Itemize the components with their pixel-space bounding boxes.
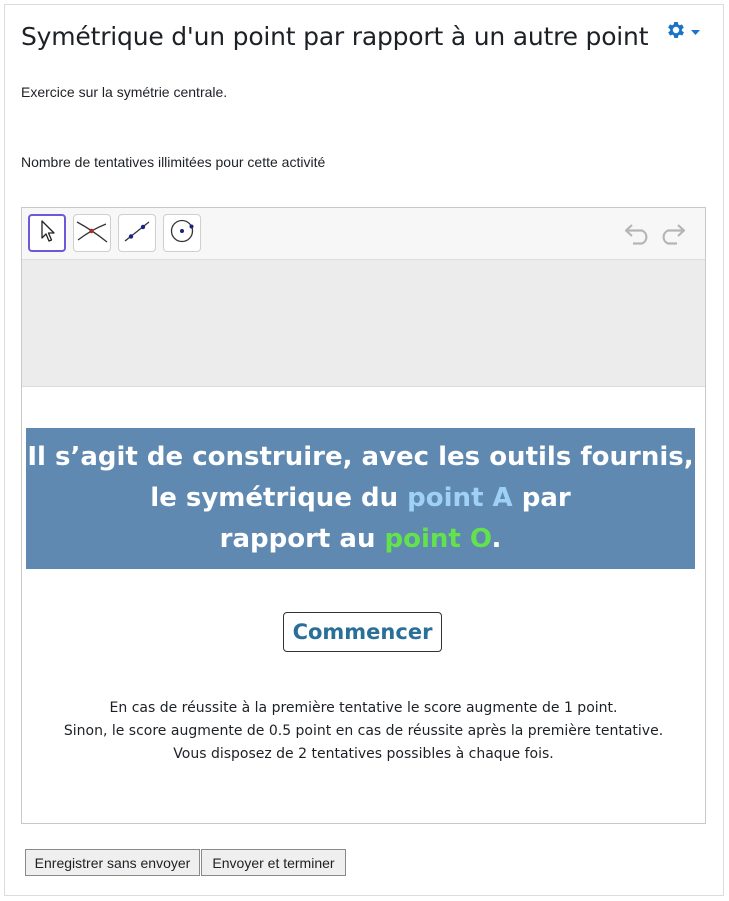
undo-icon: [623, 219, 653, 250]
save-without-submitting-button[interactable]: Enregistrer sans envoyer: [25, 849, 200, 876]
geogebra-applet: Il s’agit de construire, avec les outils…: [21, 207, 706, 824]
redo-button[interactable]: [656, 220, 688, 248]
attempts-info: Nombre de tentatives illimitées pour cet…: [21, 154, 326, 170]
rule-line: Sinon, le score augmente de 0.5 point en…: [63, 723, 664, 739]
circle-center-point-icon: [167, 216, 197, 251]
scoring-rules: En cas de réussite à la première tentati…: [22, 697, 705, 766]
segment-tool-button[interactable]: [118, 214, 156, 252]
circle-tool-button[interactable]: [163, 214, 201, 252]
cursor-arrow-icon: [36, 219, 58, 248]
rule-line: Vous disposez de 2 tentatives possibles …: [173, 746, 554, 762]
undo-button[interactable]: [622, 220, 654, 248]
algebra-graphics-area[interactable]: [22, 260, 705, 387]
banner-line-3: rapport au point O.: [26, 519, 695, 560]
segment-icon: [121, 216, 153, 251]
banner-text: .: [491, 524, 502, 554]
start-button[interactable]: Commencer: [283, 612, 442, 652]
banner-text: le symétrique du: [150, 483, 408, 513]
activity-description: Exercice sur la symétrie centrale.: [21, 84, 228, 100]
point-o-label: point O: [384, 524, 492, 554]
page-title: Symétrique d'un point par rapport à un a…: [21, 22, 649, 51]
intersect-tool-button[interactable]: [73, 214, 111, 252]
instruction-banner: Il s’agit de construire, avec les outils…: [26, 428, 695, 569]
banner-line-2: le symétrique du point A par: [26, 478, 695, 519]
submit-and-finish-button[interactable]: Envoyer et terminer: [201, 849, 346, 876]
intersection-icon: [75, 216, 109, 251]
chevron-down-icon: [691, 23, 700, 41]
redo-icon: [657, 219, 687, 250]
rule-line: En cas de réussite à la première tentati…: [109, 700, 618, 716]
banner-line-1: Il s’agit de construire, avec les outils…: [27, 442, 694, 472]
point-a-label: point A: [407, 483, 513, 513]
banner-text: rapport au: [219, 524, 385, 554]
gear-icon: [665, 19, 687, 46]
settings-menu-button[interactable]: [665, 18, 707, 46]
move-tool-button[interactable]: [28, 214, 66, 252]
banner-text: par: [512, 483, 571, 513]
applet-toolbar: [22, 208, 705, 260]
